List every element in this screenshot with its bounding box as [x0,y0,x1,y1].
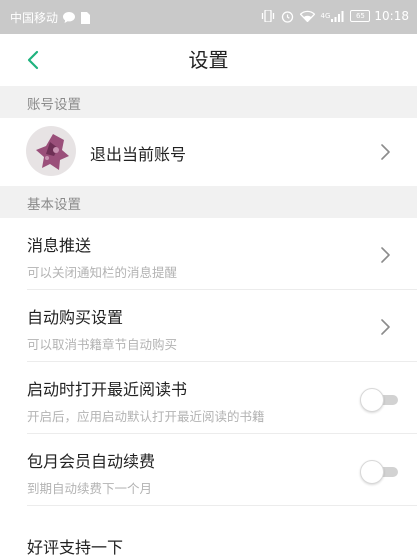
sim-card-icon [81,11,91,24]
rate-app-row[interactable]: 好评支持一下 [0,506,417,557]
section-header-label: 基本设置 [27,197,81,213]
battery-level: 65 [355,12,365,20]
monthly-auto-renew-row: 包月会员自动续费 到期自动续费下一个月 [0,434,417,505]
avatar [26,126,76,176]
section-header-label: 账号设置 [27,97,81,113]
open-recent-book-row: 启动时打开最近阅读书 开启后，应用启动默认打开最近阅读的书籍 [0,362,417,433]
battery-icon: 65 [350,10,371,22]
message-push-row[interactable]: 消息推送 可以关闭通知栏的消息提醒 [0,218,417,289]
row-subtitle: 开启后，应用启动默认打开最近阅读的书籍 [27,409,265,424]
chevron-right-icon [381,144,390,160]
row-title: 自动购买设置 [27,308,124,327]
chevron-right-icon [381,247,390,263]
section-header-account: 账号设置 [0,86,417,118]
chevron-right-icon [381,319,390,335]
chevron-left-icon [27,50,39,70]
toggle-knob [360,460,384,484]
open-recent-book-toggle[interactable] [360,388,400,412]
clock-time: 10:18 [374,9,409,23]
network-type: 4G [320,12,331,20]
row-subtitle: 可以关闭通知栏的消息提醒 [27,265,178,280]
status-bar: 中国移动 4G 65 10:18 [0,0,417,34]
row-title: 启动时打开最近阅读书 [27,380,188,399]
page-title: 设置 [188,48,229,72]
alarm-icon [281,10,294,23]
toggle-knob [360,388,384,412]
signal-icon: 4G [320,10,345,22]
section-header-basic: 基本设置 [0,186,417,218]
row-subtitle: 可以取消书籍章节自动购买 [27,337,178,352]
auto-purchase-row[interactable]: 自动购买设置 可以取消书籍章节自动购买 [0,290,417,361]
row-title: 消息推送 [27,236,92,255]
logout-account-label: 退出当前账号 [90,145,187,164]
vibrate-icon [261,10,275,22]
carrier-name: 中国移动 [10,11,59,25]
logout-account-row[interactable]: 退出当前账号 [0,118,417,186]
monthly-auto-renew-toggle[interactable] [360,460,400,484]
row-subtitle: 到期自动续费下一个月 [27,481,153,496]
row-title: 好评支持一下 [27,538,124,557]
chat-bubble-icon [63,12,76,23]
wifi-icon [299,10,315,22]
row-title: 包月会员自动续费 [27,452,156,471]
back-button[interactable] [20,46,48,74]
nav-bar: 设置 [0,34,417,86]
